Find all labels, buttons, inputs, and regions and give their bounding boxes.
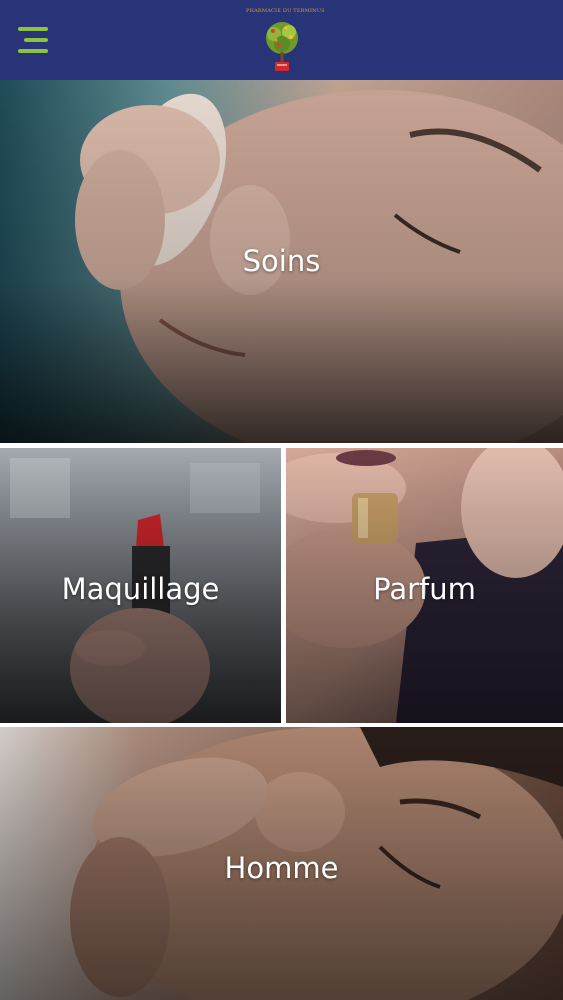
menu-line-icon <box>18 27 48 31</box>
category-label-soins: Soins <box>242 244 321 278</box>
category-label-parfum: Parfum <box>373 572 476 606</box>
hamburger-menu-button[interactable] <box>18 24 50 56</box>
pharmacy-logo[interactable]: PHARMACIE DU TERMINUS <box>246 6 325 76</box>
category-tile-parfum[interactable]: Parfum <box>286 448 563 723</box>
tree-logo-icon <box>266 22 298 71</box>
category-tile-homme[interactable]: Homme <box>0 727 563 1000</box>
menu-line-icon <box>18 49 48 53</box>
category-tile-maquillage[interactable]: Maquillage <box>0 448 281 723</box>
menu-line-icon <box>24 38 48 42</box>
category-label-maquillage: Maquillage <box>61 572 220 606</box>
category-tile-soins[interactable]: Soins <box>0 80 563 443</box>
app-header: PHARMACIE DU TERMINUS <box>0 0 563 80</box>
category-label-homme: Homme <box>224 851 339 885</box>
